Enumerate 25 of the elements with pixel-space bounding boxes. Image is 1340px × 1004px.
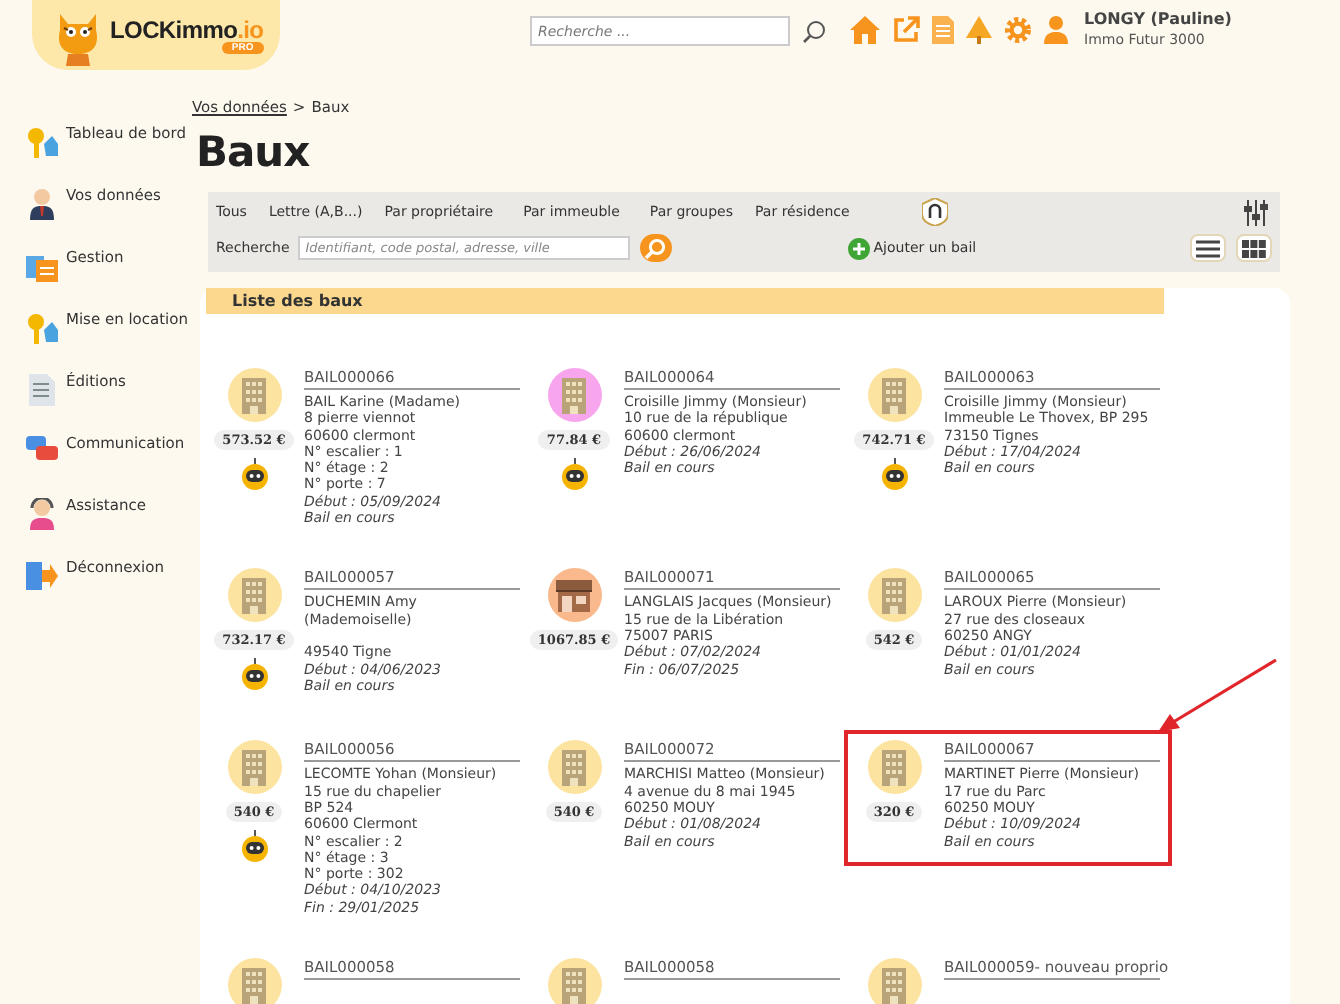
key-house-icon xyxy=(26,126,58,158)
external-link-icon[interactable] xyxy=(892,16,920,44)
filter-sliders-icon[interactable] xyxy=(1244,199,1272,225)
home-icon[interactable] xyxy=(850,16,880,44)
key-house-icon xyxy=(26,312,58,344)
list-view-button[interactable] xyxy=(1190,234,1226,262)
chat-bubbles-icon xyxy=(26,436,58,464)
document-icon xyxy=(26,374,58,406)
folders-icon xyxy=(26,250,58,282)
search-icon[interactable] xyxy=(802,19,826,43)
shield-icon[interactable] xyxy=(921,198,948,226)
exit-door-icon xyxy=(26,560,58,592)
person-icon xyxy=(26,188,58,220)
grid-view-button[interactable] xyxy=(1236,234,1272,262)
plus-icon xyxy=(847,237,870,259)
search-button[interactable] xyxy=(639,234,672,262)
document-icon[interactable] xyxy=(932,16,954,44)
tree-icon[interactable] xyxy=(966,16,992,44)
logo-text: LOCKimmo.io xyxy=(110,16,264,44)
user-name: LONGY (Pauline) xyxy=(1084,10,1232,28)
support-agent-icon xyxy=(26,498,58,530)
user-icon[interactable] xyxy=(1044,16,1068,44)
settings-icon[interactable] xyxy=(1004,16,1032,44)
section-header: Liste des baux xyxy=(206,288,1164,314)
page-title: Baux xyxy=(196,128,312,176)
